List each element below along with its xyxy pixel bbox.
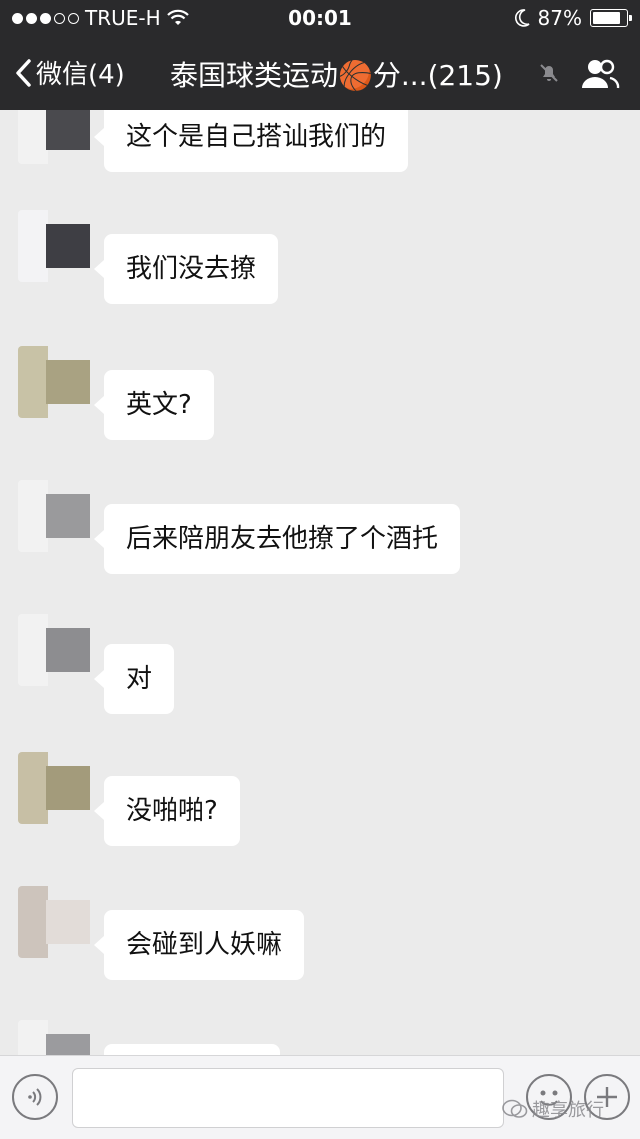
avatar[interactable] xyxy=(18,210,90,282)
wechat-logo-icon xyxy=(502,1099,528,1118)
moon-icon xyxy=(514,9,530,27)
voice-button[interactable] xyxy=(12,1074,58,1120)
message-bubble[interactable] xyxy=(104,1044,280,1055)
avatar[interactable] xyxy=(18,1020,90,1055)
voice-icon xyxy=(28,1088,42,1106)
avatar-part xyxy=(46,110,90,150)
bell-muted-icon xyxy=(540,64,558,82)
battery-fill xyxy=(593,12,620,24)
avatar-part xyxy=(46,628,90,672)
battery-icon xyxy=(590,9,632,27)
avatar[interactable] xyxy=(18,346,90,418)
group-icon[interactable] xyxy=(580,56,620,92)
message-input[interactable] xyxy=(72,1068,504,1128)
avatar[interactable] xyxy=(18,110,90,164)
avatar-part xyxy=(46,360,90,404)
message-bubble[interactable]: 这个是自己搭讪我们的 xyxy=(93,110,409,172)
message-bubble[interactable]: 后来陪朋友去他撩了个酒托 xyxy=(93,504,461,574)
watermark-text: 趣享旅行 xyxy=(532,1100,604,1121)
nav-bar: 微信(4) 泰国球类运动🏀分...(215) xyxy=(0,36,640,110)
avatar[interactable] xyxy=(18,480,90,552)
battery-percent: 87% xyxy=(537,6,582,30)
avatar-part xyxy=(18,110,48,164)
message-bubble[interactable]: 对 xyxy=(93,644,175,714)
message-bubble[interactable]: 没啪啪? xyxy=(94,776,240,846)
avatar-part xyxy=(46,224,90,268)
avatar-part xyxy=(18,752,48,824)
avatar-part xyxy=(46,494,90,538)
avatar[interactable] xyxy=(18,886,90,958)
message-bubble[interactable]: 英文? xyxy=(94,370,214,440)
avatar-part xyxy=(46,766,90,810)
avatar-part xyxy=(18,346,48,418)
status-bar: TRUE-H 00:01 87% xyxy=(0,0,640,36)
avatar[interactable] xyxy=(18,614,90,686)
chat-title: 泰国球类运动🏀分...(215) xyxy=(170,59,503,92)
back-button[interactable]: 微信(4) xyxy=(14,54,125,91)
back-label: 微信(4) xyxy=(36,60,125,90)
message-bubble[interactable]: 我们没去撩 xyxy=(93,234,279,304)
chevron-left-icon xyxy=(16,58,31,87)
avatar-part xyxy=(46,1034,90,1055)
message-list[interactable]: 这个是自己搭讪我们的 我们没去撩 英文? 后来陪朋友去他撩了个酒托 对 没啪啪?… xyxy=(0,110,640,1055)
avatar-part xyxy=(18,1020,48,1055)
avatar-part xyxy=(46,900,90,944)
watermark: 趣享旅行 xyxy=(502,1096,604,1122)
avatar-part xyxy=(18,614,48,686)
avatar-part xyxy=(18,210,48,282)
message-bubble[interactable]: 会碰到人妖嘛 xyxy=(93,910,305,980)
avatar-part xyxy=(18,886,48,958)
status-right: 87% xyxy=(514,6,632,30)
avatar[interactable] xyxy=(18,752,90,824)
avatar-part xyxy=(18,480,48,552)
